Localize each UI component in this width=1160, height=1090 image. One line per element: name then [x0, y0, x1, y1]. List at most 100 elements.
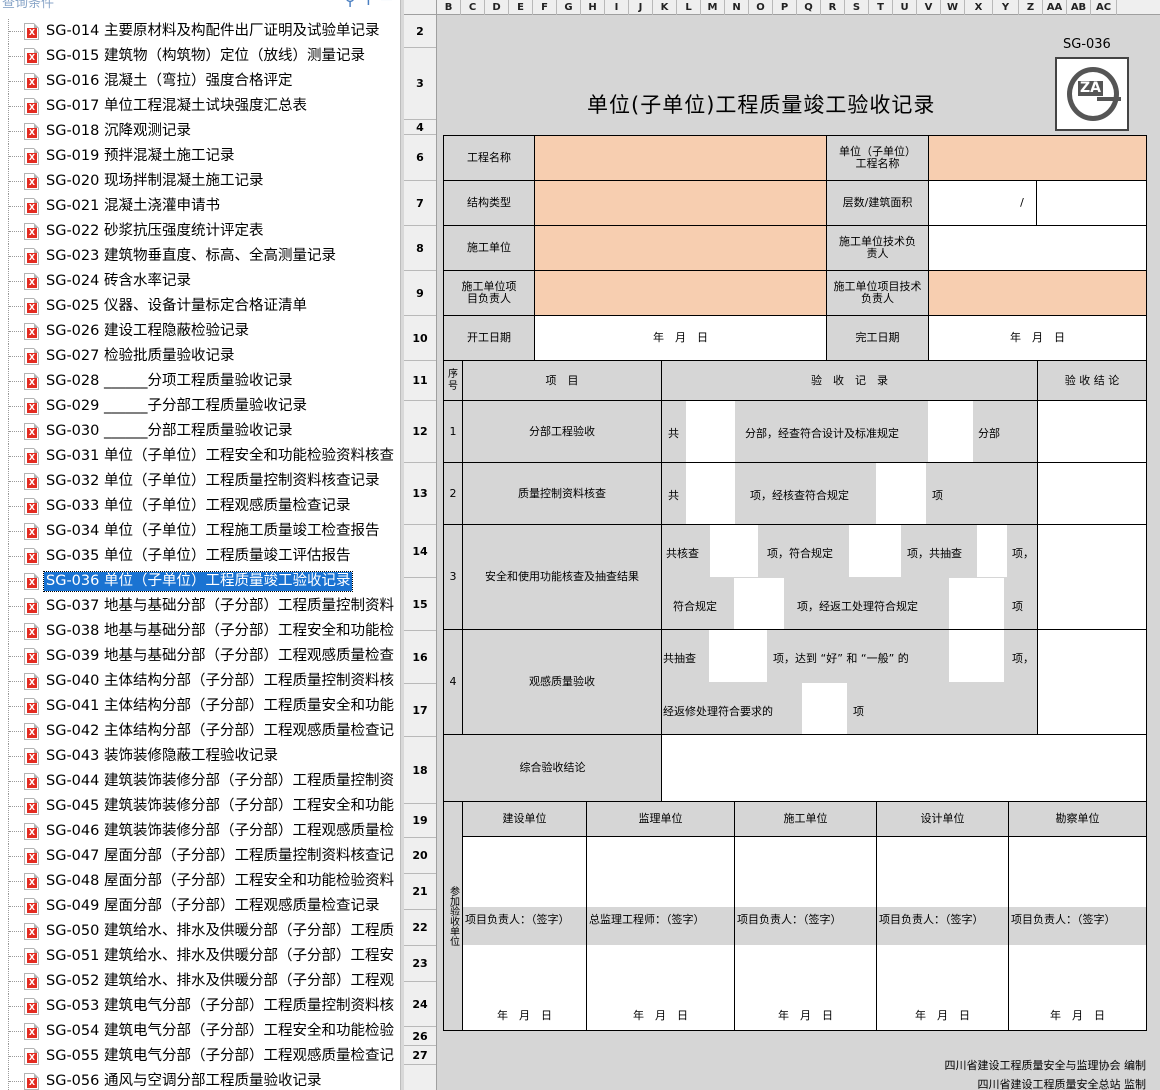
- column-header-cell[interactable]: N: [725, 0, 749, 15]
- tree-item[interactable]: X SG-031 单位（子单位）工程安全和功能检验资料核查: [0, 444, 400, 469]
- item-2-count-input[interactable]: [686, 463, 735, 524]
- tree-item[interactable]: X SG-047 屋面分部（子分部）工程质量控制资料核查记: [0, 844, 400, 869]
- tree-item[interactable]: X SG-042 主体结构分部（子分部）工程观感质量检查记: [0, 719, 400, 744]
- tree-item[interactable]: X SG-022 砂浆抗压强度统计评定表: [0, 219, 400, 244]
- area-cell[interactable]: [1036, 180, 1147, 226]
- project-name-cell[interactable]: [534, 135, 827, 181]
- start-date-cell[interactable]: 年 月 日: [534, 315, 827, 361]
- unit-project-name-cell[interactable]: [928, 135, 1147, 181]
- tree-item[interactable]: X SG-030 ______分部工程质量验收记录: [0, 419, 400, 444]
- tree-item[interactable]: X SG-021 混凝土浇灌申请书: [0, 194, 400, 219]
- collapse-icon[interactable]: −: [379, 0, 394, 10]
- item-3-sampled-input[interactable]: [977, 525, 1007, 577]
- column-header-cell[interactable]: D: [485, 0, 509, 15]
- tree-item[interactable]: X SG-032 单位（子单位）工程质量控制资料核查记录: [0, 469, 400, 494]
- column-header-cell[interactable]: W: [941, 0, 965, 15]
- item-3-sample-ok-input[interactable]: [734, 578, 784, 629]
- row-header-cell[interactable]: 12: [404, 401, 436, 463]
- tree-item[interactable]: X SG-017 单位工程混凝土试块强度汇总表: [0, 94, 400, 119]
- item-1-conclusion[interactable]: [1037, 400, 1147, 463]
- tree-item[interactable]: X SG-016 混凝土（弯拉）强度合格评定: [0, 69, 400, 94]
- tree-item[interactable]: X SG-039 地基与基础分部（子分部）工程观感质量检查: [0, 644, 400, 669]
- column-header-cell[interactable]: L: [677, 0, 701, 15]
- tree-item[interactable]: X SG-036 单位（子单位）工程质量竣工验收记录: [0, 569, 400, 594]
- row-header-cell[interactable]: 6: [404, 135, 436, 181]
- finish-date-cell[interactable]: 年 月 日: [928, 315, 1147, 361]
- contractor-pm-tech-cell[interactable]: [928, 270, 1147, 316]
- column-header-cell[interactable]: I: [605, 0, 629, 15]
- row-header-cell[interactable]: 17: [404, 684, 436, 737]
- tree-item[interactable]: X SG-048 屋面分部（子分部）工程安全和功能检验资料: [0, 869, 400, 894]
- contractor-tech-cell[interactable]: [928, 225, 1147, 271]
- tree-item[interactable]: X SG-024 砖含水率记录: [0, 269, 400, 294]
- column-header-cell[interactable]: O: [749, 0, 773, 15]
- tree-item[interactable]: X SG-027 检验批质量验收记录: [0, 344, 400, 369]
- column-header-cell[interactable]: F: [533, 0, 557, 15]
- contractor-pm-cell[interactable]: [534, 270, 827, 316]
- tree-item[interactable]: X SG-051 建筑给水、排水及供暖分部（子分部）工程安: [0, 944, 400, 969]
- tree-item[interactable]: X SG-052 建筑给水、排水及供暖分部（子分部）工程观: [0, 969, 400, 994]
- column-header-cell[interactable]: U: [893, 0, 917, 15]
- row-header-cell[interactable]: 3: [404, 48, 436, 120]
- structure-type-cell[interactable]: [534, 180, 827, 226]
- row-header-cell[interactable]: 20: [404, 838, 436, 874]
- tree-item[interactable]: X SG-028 ______分项工程质量验收记录: [0, 369, 400, 394]
- overall-conclusion-cell[interactable]: [661, 734, 1147, 802]
- tree-item[interactable]: X SG-034 单位（子单位）工程施工质量竣工检查报告: [0, 519, 400, 544]
- row-header-cell[interactable]: 23: [404, 946, 436, 982]
- row-header-cell[interactable]: 2: [404, 15, 436, 48]
- row-header-cell[interactable]: 24: [404, 982, 436, 1027]
- item-3-rework-input[interactable]: [949, 578, 1004, 629]
- row-header-cell[interactable]: 16: [404, 631, 436, 684]
- search-icon[interactable]: ⚲: [344, 0, 356, 9]
- row-header-cell[interactable]: 14: [404, 525, 436, 578]
- row-header-cell[interactable]: 21: [404, 874, 436, 910]
- column-header-cell[interactable]: V: [917, 0, 941, 15]
- item-3-conclusion[interactable]: [1037, 524, 1147, 630]
- column-header-cell[interactable]: R: [821, 0, 845, 15]
- tree-item[interactable]: X SG-015 建筑物（构筑物）定位（放线）测量记录: [0, 44, 400, 69]
- item-2-conclusion[interactable]: [1037, 462, 1147, 525]
- tree-item[interactable]: X SG-018 沉降观测记录: [0, 119, 400, 144]
- tree-item[interactable]: X SG-041 主体结构分部（子分部）工程质量安全和功能: [0, 694, 400, 719]
- tree-item[interactable]: X SG-029 ______子分部工程质量验收记录: [0, 394, 400, 419]
- item-3-checked-input[interactable]: [710, 525, 758, 577]
- column-header-cell[interactable]: AC: [1091, 0, 1117, 15]
- tree-item[interactable]: X SG-025 仪器、设备计量标定合格证清单: [0, 294, 400, 319]
- select-all-corner[interactable]: [404, 0, 437, 15]
- column-header-cell[interactable]: AA: [1043, 0, 1067, 15]
- column-header-cell[interactable]: Y: [993, 0, 1019, 15]
- row-header-cell[interactable]: 22: [404, 910, 436, 946]
- column-header-cell[interactable]: P: [773, 0, 797, 15]
- row-header-cell[interactable]: 11: [404, 361, 436, 401]
- tree-item[interactable]: X SG-014 主要原材料及构配件出厂证明及试验单记录: [0, 19, 400, 44]
- row-header-cell[interactable]: 10: [404, 316, 436, 361]
- column-header-cell[interactable]: S: [845, 0, 869, 15]
- column-header-cell[interactable]: AB: [1067, 0, 1091, 15]
- column-header-cell[interactable]: J: [629, 0, 653, 15]
- column-header-cell[interactable]: K: [653, 0, 677, 15]
- tree-item[interactable]: X SG-050 建筑给水、排水及供暖分部（子分部）工程质: [0, 919, 400, 944]
- tree-item[interactable]: X SG-056 通风与空调分部工程质量验收记录: [0, 1069, 400, 1090]
- tree-item[interactable]: X SG-044 建筑装饰装修分部（子分部）工程质量控制资: [0, 769, 400, 794]
- row-header-cell[interactable]: 8: [404, 226, 436, 271]
- row-header-cell[interactable]: 4: [404, 120, 436, 135]
- row-header-cell[interactable]: 9: [404, 271, 436, 316]
- item-4-repair-input[interactable]: [802, 683, 847, 734]
- tree-item[interactable]: X SG-033 单位（子单位）工程观感质量检查记录: [0, 494, 400, 519]
- tree-item[interactable]: X SG-043 装饰装修隐蔽工程验收记录: [0, 744, 400, 769]
- tree-item[interactable]: X SG-026 建设工程隐蔽检验记录: [0, 319, 400, 344]
- tree-item[interactable]: X SG-019 预拌混凝土施工记录: [0, 144, 400, 169]
- item-2-pass-input[interactable]: [876, 463, 926, 524]
- row-header-cell[interactable]: 27: [404, 1046, 436, 1065]
- row-header-cell[interactable]: 15: [404, 578, 436, 631]
- row-header-cell[interactable]: 26: [404, 1027, 436, 1046]
- tree-item[interactable]: X SG-045 建筑装饰装修分部（子分部）工程安全和功能: [0, 794, 400, 819]
- item-4-good-input[interactable]: [949, 630, 1004, 682]
- tree-item[interactable]: X SG-053 建筑电气分部（子分部）工程质量控制资料核: [0, 994, 400, 1019]
- tree-item[interactable]: X SG-023 建筑物垂直度、标高、全高测量记录: [0, 244, 400, 269]
- column-header-cell[interactable]: H: [581, 0, 605, 15]
- tree-item[interactable]: X SG-046 建筑装饰装修分部（子分部）工程观感质量检: [0, 819, 400, 844]
- contractor-cell[interactable]: [534, 225, 827, 271]
- tree-item[interactable]: X SG-038 地基与基础分部（子分部）工程安全和功能检: [0, 619, 400, 644]
